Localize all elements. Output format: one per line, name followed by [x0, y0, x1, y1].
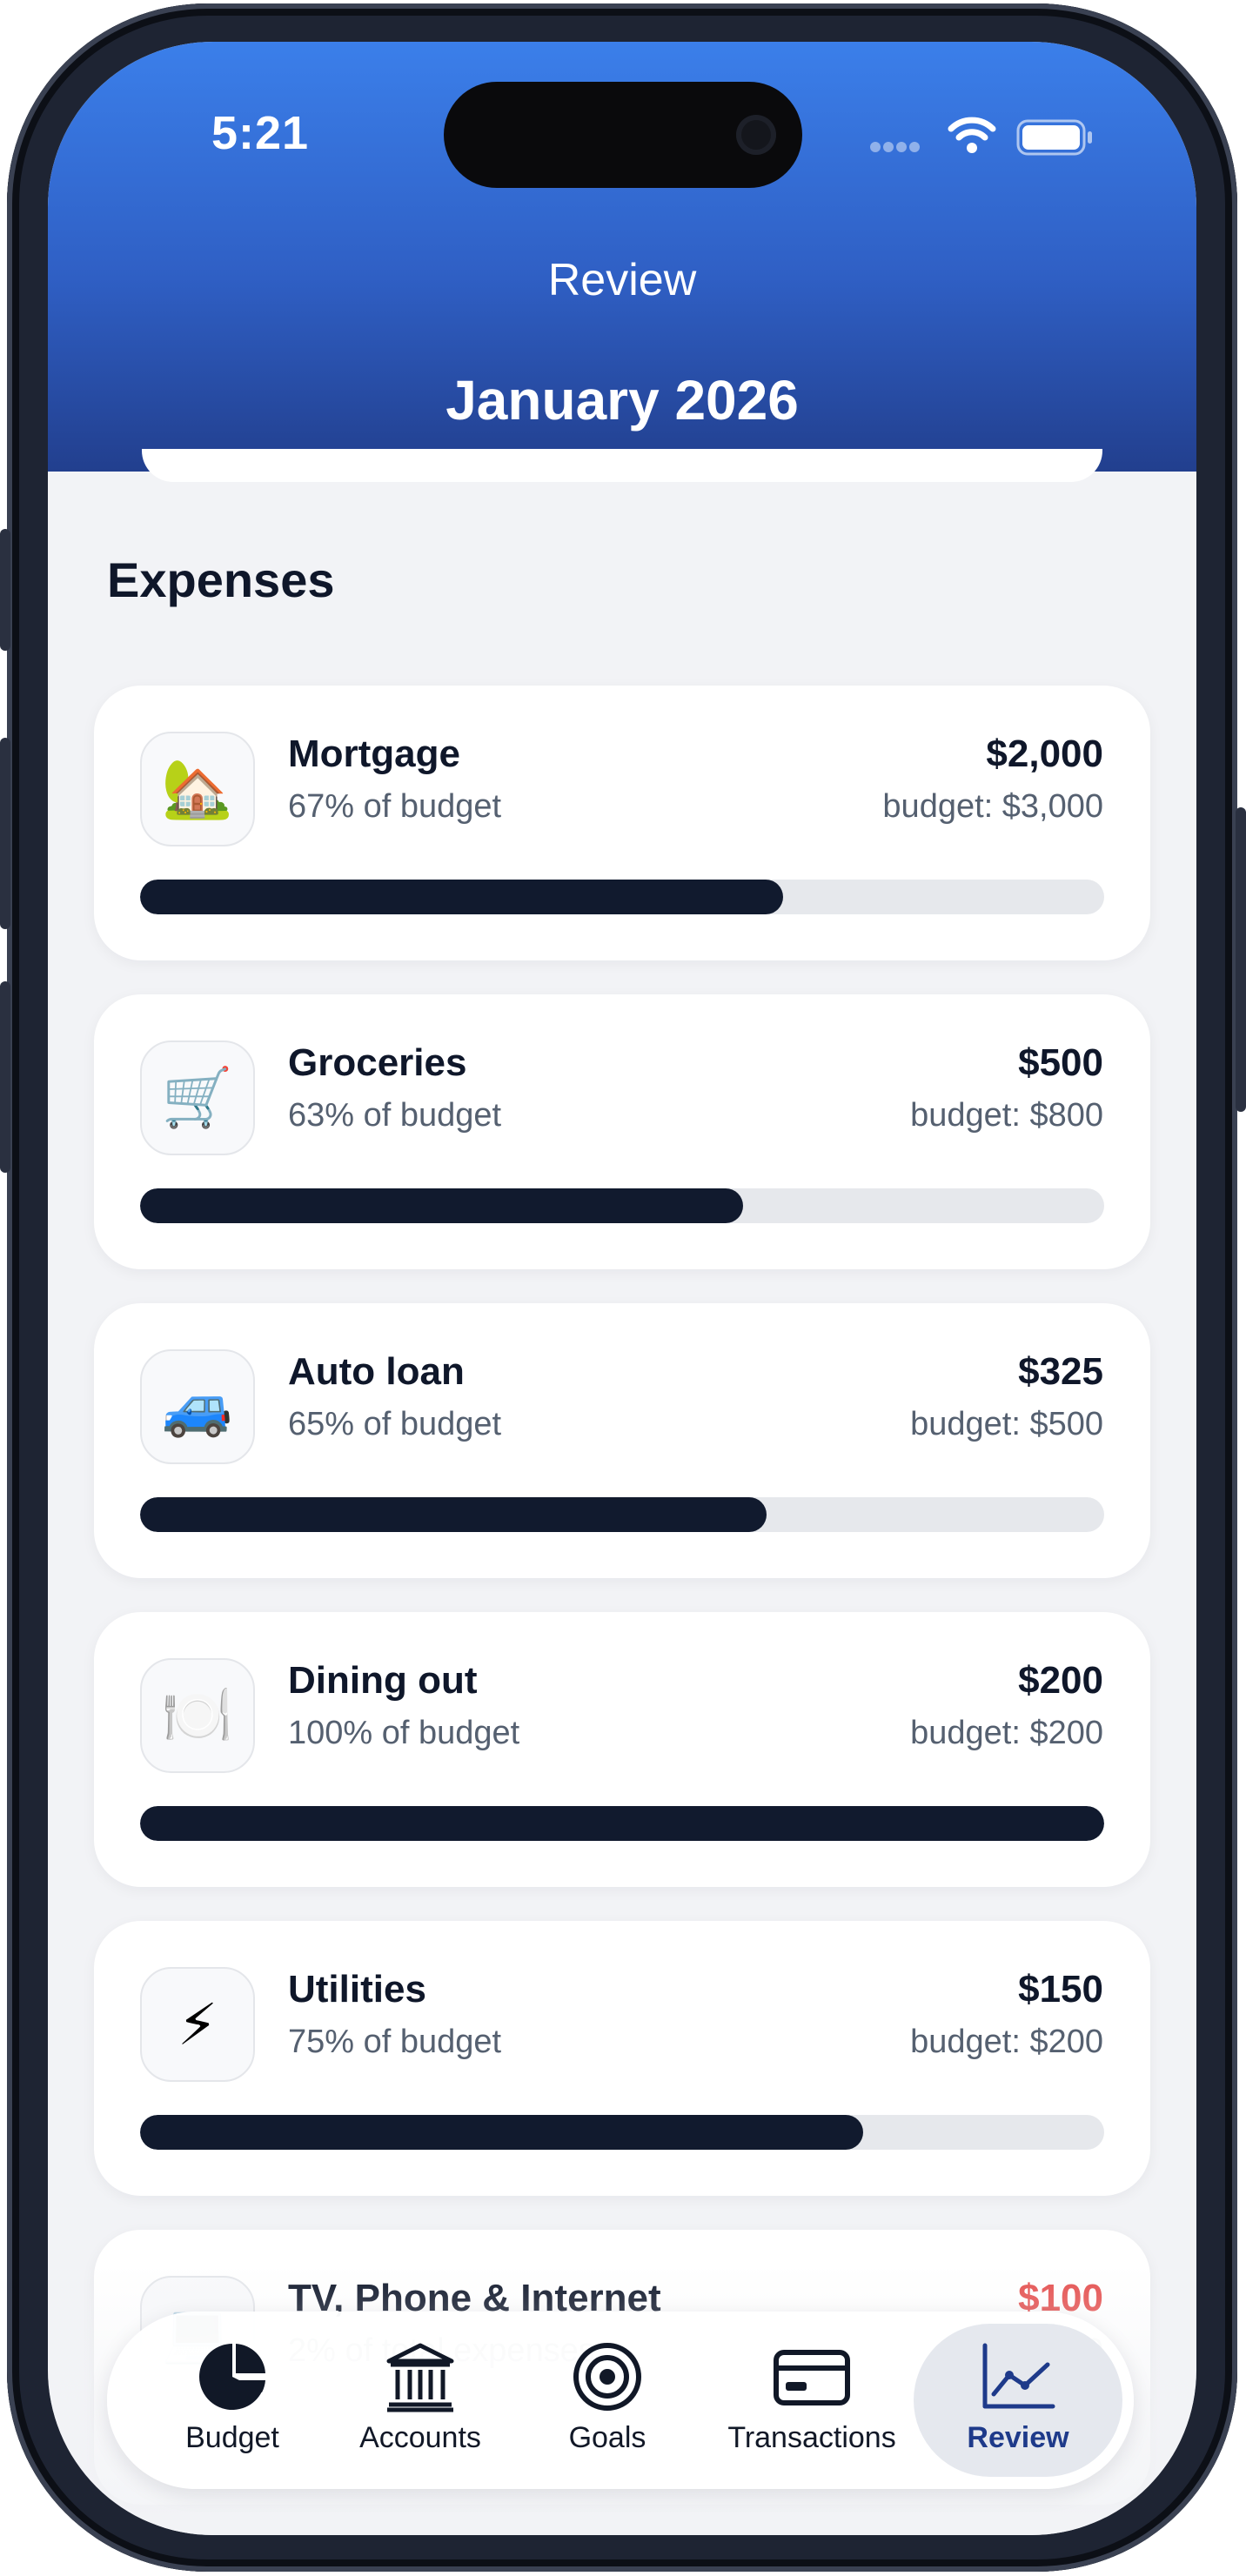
plate-icon: 🍽️: [140, 1658, 255, 1773]
volume-up-button: [0, 738, 10, 929]
progress-track: [140, 880, 1104, 914]
expense-budget: budget: $500: [910, 1406, 1103, 1442]
action-button: [0, 529, 10, 651]
expense-amount: $325: [1018, 1350, 1103, 1393]
expense-amount: $200: [1018, 1659, 1103, 1702]
expense-amount: $500: [1018, 1041, 1103, 1084]
progress-fill: [140, 880, 784, 914]
lightning-icon: ⚡: [140, 1967, 255, 2082]
expense-amount: $150: [1018, 1968, 1103, 2011]
tab-label: Accounts: [359, 2421, 481, 2454]
line-chart-icon: [980, 2339, 1056, 2414]
expense-percent: 75% of budget: [288, 2024, 502, 2060]
car-icon: 🚙: [140, 1349, 255, 1464]
target-icon: [571, 2339, 644, 2414]
dynamic-island: [444, 82, 802, 188]
previous-card-edge: [142, 449, 1102, 482]
progress-fill: [140, 1497, 767, 1532]
progress-track: [140, 1497, 1104, 1532]
status-time: 5:21: [211, 107, 310, 159]
expense-budget: budget: $200: [910, 2024, 1103, 2060]
tab-goals[interactable]: Goals: [503, 2324, 712, 2477]
expense-card[interactable]: ⚡ Utilities 75% of budget $150 budget: $200: [94, 1921, 1150, 2196]
expense-percent: 63% of budget: [288, 1097, 502, 1134]
expense-name: Groceries: [288, 1041, 467, 1084]
review-header: 5:21 Review January 2026: [48, 42, 1196, 472]
tab-label: Budget: [185, 2421, 279, 2454]
page-title: Review: [547, 255, 697, 305]
expense-budget: budget: $200: [910, 1715, 1103, 1751]
house-icon: 🏡: [140, 732, 255, 846]
progress-fill: [140, 1188, 743, 1223]
expense-percent: 100% of budget: [288, 1715, 520, 1751]
expense-card[interactable]: 🛒 Groceries 63% of budget $500 budget: $800: [94, 994, 1150, 1269]
screen: 5:21 Review January 2026 Expenses 🏡 Mortg…: [48, 42, 1196, 2535]
expenses-section-title: Expenses: [107, 552, 335, 607]
progress-fill: [140, 1806, 1104, 1841]
camera-icon: [736, 115, 776, 155]
review-content[interactable]: Expenses 🏡 Mortgage 67% of budget $2,000 bud…: [48, 449, 1196, 2535]
tab-accounts[interactable]: Accounts: [316, 2324, 525, 2477]
battery-icon: [1016, 119, 1092, 156]
expense-name: Dining out: [288, 1659, 478, 1702]
shopping-cart-icon: 🛒: [140, 1040, 255, 1155]
expense-amount: $2,000: [986, 733, 1103, 775]
expense-card[interactable]: 🚙 Auto loan 65% of budget $325 budget: $500: [94, 1303, 1150, 1578]
expense-budget: budget: $3,000: [882, 788, 1103, 825]
expense-card[interactable]: 🍽️ Dining out 100% of budget $200 budget: $2…: [94, 1612, 1150, 1887]
progress-track: [140, 2115, 1104, 2150]
expense-percent: 67% of budget: [288, 788, 502, 825]
wifi-icon: [948, 117, 996, 153]
tab-review[interactable]: Review: [914, 2324, 1122, 2477]
tab-bar: Budget Accounts Goals Transactions Revie…: [107, 2312, 1134, 2489]
month-label[interactable]: January 2026: [48, 368, 1196, 432]
expense-name: Auto loan: [288, 1350, 465, 1393]
expense-card[interactable]: 🏡 Mortgage 67% of budget $2,000 budget: $3,0…: [94, 686, 1150, 960]
bank-icon: [384, 2339, 457, 2414]
expense-percent: 65% of budget: [288, 1406, 502, 1442]
tab-budget[interactable]: Budget: [128, 2324, 337, 2477]
progress-track: [140, 1188, 1104, 1223]
tab-transactions[interactable]: Transactions: [707, 2324, 916, 2477]
credit-card-icon: [772, 2339, 852, 2414]
tab-label: Goals: [568, 2421, 646, 2454]
tab-label: Transactions: [727, 2421, 896, 2454]
expense-budget: budget: $800: [910, 1097, 1103, 1134]
tab-label: Review: [967, 2421, 1069, 2454]
volume-down-button: [0, 981, 10, 1173]
cellular-signal-icon: [870, 141, 922, 157]
progress-track: [140, 1806, 1104, 1841]
pie-chart-icon: [196, 2339, 269, 2414]
power-button: [1236, 807, 1246, 1112]
expense-name: Utilities: [288, 1968, 426, 2011]
expense-name: Mortgage: [288, 733, 460, 775]
progress-fill: [140, 2115, 863, 2150]
